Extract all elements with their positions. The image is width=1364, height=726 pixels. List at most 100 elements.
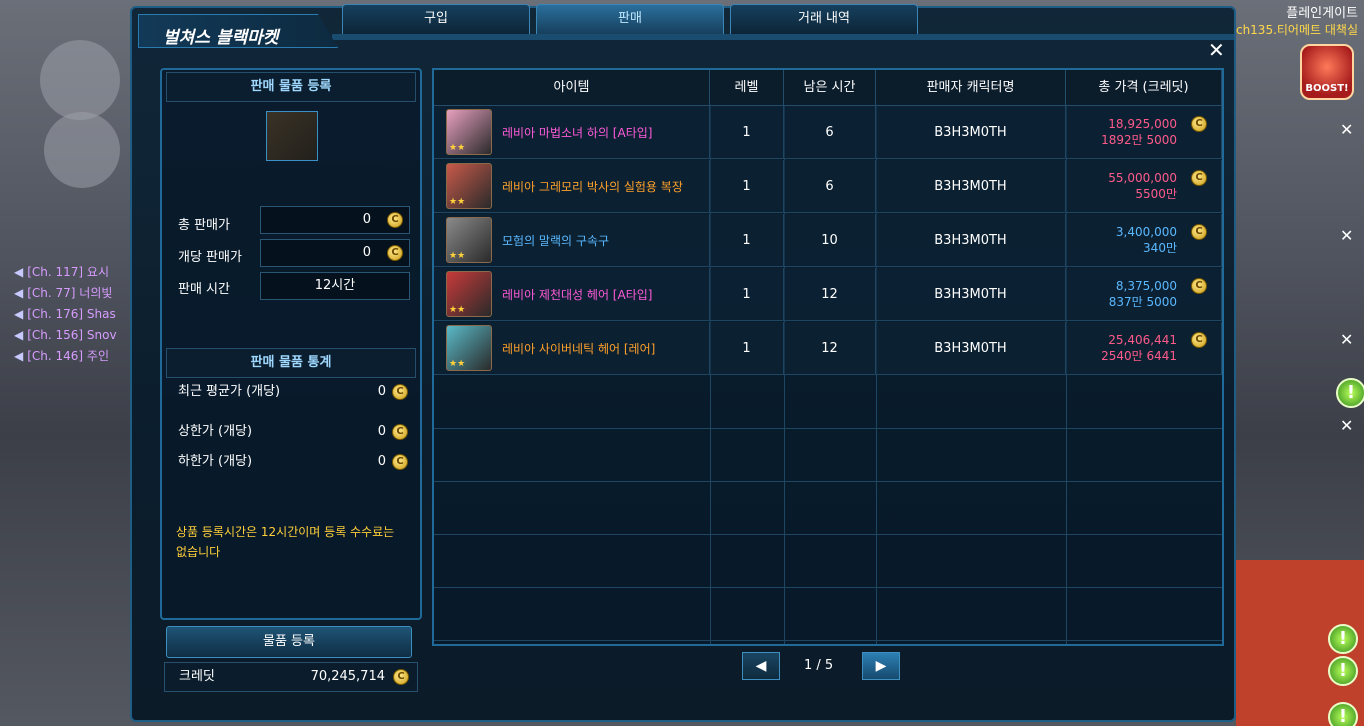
header-item: 아이템 [434, 70, 710, 105]
level-cell: 1 [710, 322, 784, 374]
item-name: 레비아 제천대성 헤어 [A타입] [502, 287, 653, 302]
credit-coin-icon: C [1191, 116, 1207, 132]
pagination: ◀ 1 / 5 ▶ [742, 652, 902, 682]
boost-icon[interactable]: BOOST! [1300, 44, 1354, 100]
empty-row [434, 376, 1222, 429]
item-name: 레비아 사이버네틱 헤어 [레어] [502, 341, 656, 356]
page-indicator: 1 / 5 [804, 658, 834, 673]
register-item-button[interactable]: 물품 등록 [166, 626, 412, 658]
close-button[interactable]: ✕ [1208, 38, 1225, 62]
time-cell: 6 [784, 160, 876, 212]
rarity-stars-icon: ★★ [449, 251, 466, 261]
quest-close-icon[interactable]: ✕ [1340, 330, 1353, 349]
table-row[interactable]: ★★ 모험의 말랙의 구속구 1 10 B3H3M0TH 3,400,000 340만 C [434, 214, 1222, 267]
chat-channel: [Ch. 77] 너의빛 [27, 286, 113, 300]
quest-alert-icon[interactable]: ! [1336, 378, 1364, 408]
price-cell: 8,375,000 837만 5000 C [1066, 268, 1222, 320]
item-cell: ★★ 레비아 마법소녀 하의 [A타입] [434, 106, 710, 158]
tab-history[interactable]: 거래 내역 [730, 4, 918, 34]
register-header: 판매 물품 등록 [166, 72, 416, 102]
price-cell: 18,925,000 1892만 5000 C [1066, 106, 1222, 158]
table-row[interactable]: ★★ 레비아 그레모리 박사의 실험용 복장 1 6 B3H3M0TH 55,000,00… [434, 160, 1222, 213]
speaker-icon: ◀ [14, 307, 24, 321]
quest-close-icon[interactable]: ✕ [1340, 226, 1353, 245]
table-row[interactable]: ★★ 레비아 사이버네틱 헤어 [레어] 1 12 B3H3M0TH 25,406,441… [434, 322, 1222, 375]
price-korean: 1892만 5000 [1101, 133, 1177, 147]
price-value: 3,400,000 [1115, 225, 1177, 239]
tab-buy[interactable]: 구입 [342, 4, 530, 34]
empty-row [434, 535, 1222, 588]
quest-alert-icon[interactable]: ! [1328, 702, 1358, 726]
chat-line: ◀ [Ch. 156] Snov [14, 325, 134, 346]
empty-row [434, 482, 1222, 535]
recent-avg-label: 최근 평균가 (개당) [178, 384, 281, 399]
table-header: 아이템 레벨 남은 시간 판매자 캐릭터명 총 가격 (크레딧) [434, 70, 1222, 106]
credit-coin-icon: C [1191, 278, 1207, 294]
speaker-icon: ◀ [14, 286, 24, 300]
credit-coin-icon: C [392, 384, 408, 400]
time-cell: 12 [784, 268, 876, 320]
quest-alert-icon[interactable]: ! [1328, 624, 1358, 654]
item-cell: ★★ 레비아 그레모리 박사의 실험용 복장 [434, 160, 710, 212]
item-slot[interactable] [266, 111, 318, 161]
credit-coin-icon: C [392, 454, 408, 470]
chat-line: ◀ [Ch. 77] 너의빛 [14, 283, 134, 304]
header-seller: 판매자 캐릭터명 [876, 70, 1066, 105]
unit-price-label: 개당 판매가 [178, 250, 242, 265]
price-korean: 5500만 [1135, 187, 1177, 201]
table-row[interactable]: ★★ 레비아 마법소녀 하의 [A타입] 1 6 B3H3M0TH 18,925,000 1… [434, 106, 1222, 159]
recent-avg-value: 0 [377, 384, 386, 399]
table-row[interactable]: ★★ 레비아 제천대성 헤어 [A타입] 1 12 B3H3M0TH 8,375,000 8… [434, 268, 1222, 321]
chat-channel: [Ch. 156] Snov [27, 328, 117, 342]
rarity-stars-icon: ★★ [449, 197, 466, 207]
market-tabs: 구입 판매 거래 내역 [342, 4, 918, 36]
price-korean: 340만 [1143, 241, 1177, 255]
quest-close-icon[interactable]: ✕ [1340, 416, 1353, 435]
rarity-stars-icon: ★★ [449, 143, 466, 153]
credit-value: 70,245,714 [310, 669, 385, 684]
price-cell: 25,406,441 2540만 6441 C [1066, 322, 1222, 374]
prev-page-button[interactable]: ◀ [742, 652, 780, 680]
speaker-icon: ◀ [14, 265, 24, 279]
tab-sell[interactable]: 판매 [536, 4, 724, 34]
time-cell: 12 [784, 322, 876, 374]
quest-alert-icon[interactable]: ! [1328, 656, 1358, 686]
credit-coin-icon: C [1191, 224, 1207, 240]
item-thumbnail: ★★ [446, 163, 492, 209]
unit-price-input[interactable]: 0C [260, 239, 410, 267]
seller-cell: B3H3M0TH [876, 322, 1066, 374]
item-cell: ★★ 레비아 제천대성 헤어 [A타입] [434, 268, 710, 320]
price-value: 25,406,441 [1108, 333, 1177, 347]
background-speaker-top [40, 40, 120, 120]
quest-close-icon[interactable]: ✕ [1340, 120, 1353, 139]
server-name: 플레인게이트 [1286, 6, 1358, 21]
boost-label: BOOST! [1305, 83, 1349, 94]
lower-price-value: 0 [377, 454, 386, 469]
item-thumbnail: ★★ [446, 325, 492, 371]
item-name: 레비아 마법소녀 하의 [A타입] [502, 125, 653, 140]
total-price-input[interactable]: 0C [260, 206, 410, 234]
price-value: 18,925,000 [1108, 117, 1177, 131]
speaker-icon: ◀ [14, 349, 24, 363]
next-page-button[interactable]: ▶ [862, 652, 900, 680]
price-korean: 837만 5000 [1108, 295, 1177, 309]
price-value: 8,375,000 [1115, 279, 1177, 293]
item-cell: ★★ 레비아 사이버네틱 헤어 [레어] [434, 322, 710, 374]
item-cell: ★★ 모험의 말랙의 구속구 [434, 214, 710, 266]
item-thumbnail: ★★ [446, 271, 492, 317]
window-title: 벌쳐스 블랙마켓 [138, 14, 338, 48]
credit-balance: 크레딧 70,245,714 C [164, 662, 418, 692]
lower-price-row: 하한가 (개당) 0 C [166, 448, 416, 476]
item-thumbnail: ★★ [446, 109, 492, 155]
header-level: 레벨 [710, 70, 784, 105]
sale-time-select[interactable]: 12시간 [260, 272, 410, 300]
register-notice: 상품 등록시간은 12시간이며 등록 수수료는 없습니다 [176, 525, 395, 559]
credit-label: 크레딧 [179, 669, 215, 684]
empty-row [434, 588, 1222, 641]
empty-row [434, 429, 1222, 482]
lower-price-label: 하한가 (개당) [178, 454, 253, 469]
level-cell: 1 [710, 268, 784, 320]
credit-coin-icon: C [392, 424, 408, 440]
seller-cell: B3H3M0TH [876, 268, 1066, 320]
seller-cell: B3H3M0TH [876, 214, 1066, 266]
